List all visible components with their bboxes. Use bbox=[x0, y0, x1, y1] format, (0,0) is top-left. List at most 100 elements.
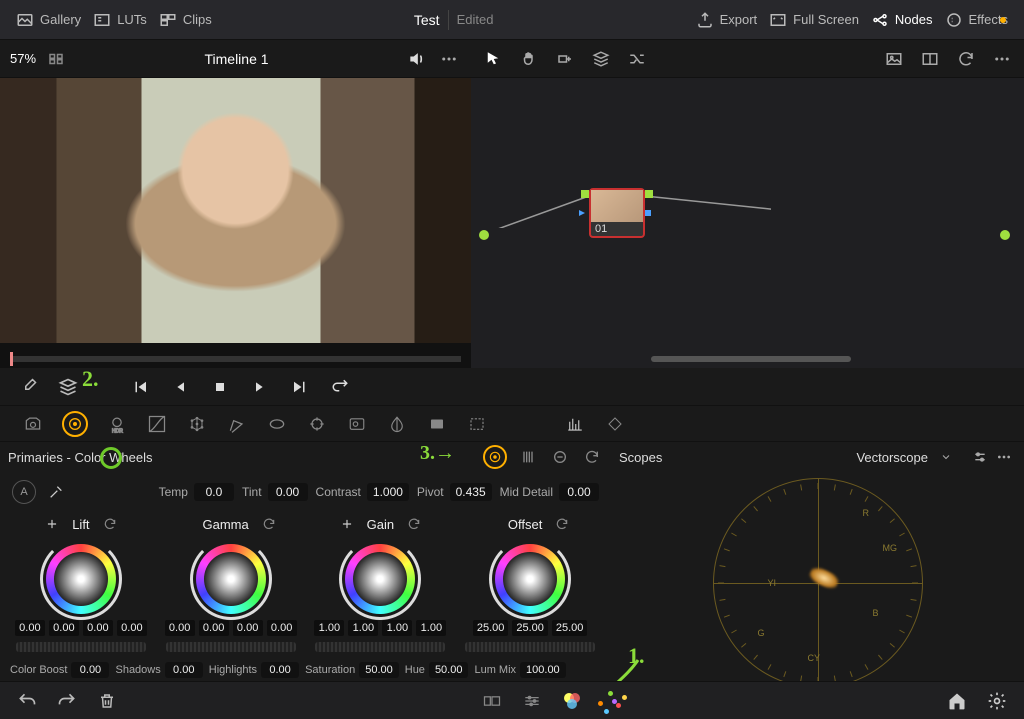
go-start-icon[interactable] bbox=[126, 373, 154, 401]
log-mode-icon[interactable] bbox=[549, 446, 571, 468]
fullscreen-button[interactable]: Full Screen bbox=[763, 11, 865, 29]
viewer-options-icon[interactable] bbox=[437, 47, 461, 71]
param-contrast[interactable]: Contrast1.000 bbox=[316, 483, 409, 501]
scopes-icon[interactable] bbox=[564, 413, 586, 435]
playhead[interactable] bbox=[10, 352, 13, 366]
param-lummix[interactable]: Lum Mix100.00 bbox=[474, 662, 565, 678]
luts-button[interactable]: LUTs bbox=[87, 11, 153, 29]
eyedropper-icon[interactable] bbox=[14, 373, 42, 401]
temp-value[interactable]: 0.0 bbox=[194, 483, 234, 501]
node-01[interactable]: 01 bbox=[589, 188, 645, 238]
undo-icon[interactable] bbox=[14, 688, 40, 714]
magic-mask-icon[interactable] bbox=[346, 413, 368, 435]
refresh-icon[interactable] bbox=[954, 47, 978, 71]
hdr-icon[interactable]: HDR bbox=[106, 413, 128, 435]
param-shadows[interactable]: Shadows0.00 bbox=[115, 662, 202, 678]
pivot-value[interactable]: 0.435 bbox=[450, 483, 492, 501]
param-saturation[interactable]: Saturation50.00 bbox=[305, 662, 399, 678]
param-hue[interactable]: Hue50.00 bbox=[405, 662, 469, 678]
offset-y-wheel[interactable] bbox=[465, 642, 595, 652]
hand-tool-icon[interactable] bbox=[517, 47, 541, 71]
timeline-name[interactable]: Timeline 1 bbox=[76, 51, 397, 67]
scopes-menu-icon[interactable] bbox=[992, 445, 1016, 469]
graph-input-dot[interactable] bbox=[479, 230, 489, 240]
param-colorboost[interactable]: Color Boost0.00 bbox=[10, 662, 109, 678]
split-view-icon[interactable] bbox=[918, 47, 942, 71]
layers-icon[interactable] bbox=[54, 373, 82, 401]
contrast-value[interactable]: 1.000 bbox=[367, 483, 409, 501]
audio-icon[interactable] bbox=[405, 47, 429, 71]
gallery-button[interactable]: Gallery bbox=[10, 11, 87, 29]
chevron-down-icon[interactable] bbox=[934, 445, 958, 469]
vectorscope-canvas[interactable]: R YI G CY B MG bbox=[713, 478, 923, 688]
redo-icon[interactable] bbox=[54, 688, 80, 714]
scopes-mode[interactable]: Vectorscope bbox=[856, 450, 928, 465]
edit-page-icon[interactable] bbox=[519, 688, 545, 714]
param-temp[interactable]: Temp0.0 bbox=[159, 483, 234, 501]
offset-wheel[interactable] bbox=[495, 544, 565, 614]
pick-wb-icon[interactable] bbox=[44, 480, 68, 504]
preview-viewer[interactable] bbox=[0, 78, 471, 368]
sizing-icon[interactable] bbox=[466, 413, 488, 435]
play-icon[interactable] bbox=[246, 373, 274, 401]
reset-panel-icon[interactable] bbox=[581, 446, 603, 468]
wheels-mode-icon[interactable] bbox=[483, 445, 507, 469]
stack-icon[interactable] bbox=[589, 47, 613, 71]
offset-reset-icon[interactable] bbox=[550, 512, 574, 536]
grid-view-icon[interactable] bbox=[44, 47, 68, 71]
mid-detail-value[interactable]: 0.00 bbox=[559, 483, 599, 501]
lift-wheel[interactable] bbox=[46, 544, 116, 614]
lift-y-wheel[interactable] bbox=[16, 642, 146, 652]
qualifier-icon[interactable] bbox=[226, 413, 248, 435]
window-icon[interactable] bbox=[266, 413, 288, 435]
effects-button[interactable]: Effects bbox=[939, 11, 1015, 29]
param-mid-detail[interactable]: Mid Detail0.00 bbox=[500, 483, 599, 501]
auto-balance-icon[interactable]: A bbox=[12, 480, 36, 504]
gain-picker-icon[interactable] bbox=[335, 512, 359, 536]
gamma-values[interactable]: 0.000.000.000.00 bbox=[156, 620, 306, 636]
graph-output-dot[interactable] bbox=[1000, 230, 1010, 240]
gamma-wheel[interactable] bbox=[196, 544, 266, 614]
color-wheels-icon[interactable] bbox=[62, 411, 88, 437]
nodes-button[interactable]: Nodes bbox=[865, 11, 939, 29]
gain-y-wheel[interactable] bbox=[315, 642, 445, 652]
clips-button[interactable]: Clips bbox=[153, 11, 218, 29]
color-warper-icon[interactable] bbox=[186, 413, 208, 435]
image-mode-icon[interactable] bbox=[882, 47, 906, 71]
gain-wheel[interactable] bbox=[345, 544, 415, 614]
scopes-settings-icon[interactable] bbox=[968, 445, 992, 469]
lift-picker-icon[interactable] bbox=[40, 512, 64, 536]
settings-gear-icon[interactable] bbox=[984, 688, 1010, 714]
param-tint[interactable]: Tint0.00 bbox=[242, 483, 308, 501]
loop-icon[interactable] bbox=[326, 373, 354, 401]
cut-page-icon[interactable] bbox=[479, 688, 505, 714]
bars-mode-icon[interactable] bbox=[517, 446, 539, 468]
gain-reset-icon[interactable] bbox=[402, 512, 426, 536]
camera-raw-icon[interactable] bbox=[22, 413, 44, 435]
curves-icon[interactable] bbox=[146, 413, 168, 435]
home-icon[interactable] bbox=[944, 688, 970, 714]
node-scrollbar[interactable] bbox=[651, 356, 851, 362]
shuffle-icon[interactable] bbox=[625, 47, 649, 71]
param-pivot[interactable]: Pivot0.435 bbox=[417, 483, 492, 501]
tracker-icon[interactable] bbox=[306, 413, 328, 435]
step-back-icon[interactable] bbox=[166, 373, 194, 401]
color-page-icon[interactable] bbox=[559, 688, 585, 714]
offset-values[interactable]: 25.0025.0025.00 bbox=[455, 620, 605, 636]
gamma-reset-icon[interactable] bbox=[257, 512, 281, 536]
param-highlights[interactable]: Highlights0.00 bbox=[209, 662, 299, 678]
node-options-icon[interactable] bbox=[990, 47, 1014, 71]
go-end-icon[interactable] bbox=[286, 373, 314, 401]
stop-icon[interactable] bbox=[206, 373, 234, 401]
viewer-scrubber[interactable] bbox=[10, 356, 461, 362]
key-icon[interactable] bbox=[426, 413, 448, 435]
zoom-value[interactable]: 57% bbox=[10, 51, 36, 66]
node-add-icon[interactable] bbox=[553, 47, 577, 71]
lift-reset-icon[interactable] bbox=[98, 512, 122, 536]
gamma-y-wheel[interactable] bbox=[166, 642, 296, 652]
blur-icon[interactable] bbox=[386, 413, 408, 435]
lift-values[interactable]: 0.000.000.000.00 bbox=[6, 620, 156, 636]
export-button[interactable]: Export bbox=[690, 11, 764, 29]
trash-icon[interactable] bbox=[94, 688, 120, 714]
gain-values[interactable]: 1.001.001.001.00 bbox=[306, 620, 456, 636]
